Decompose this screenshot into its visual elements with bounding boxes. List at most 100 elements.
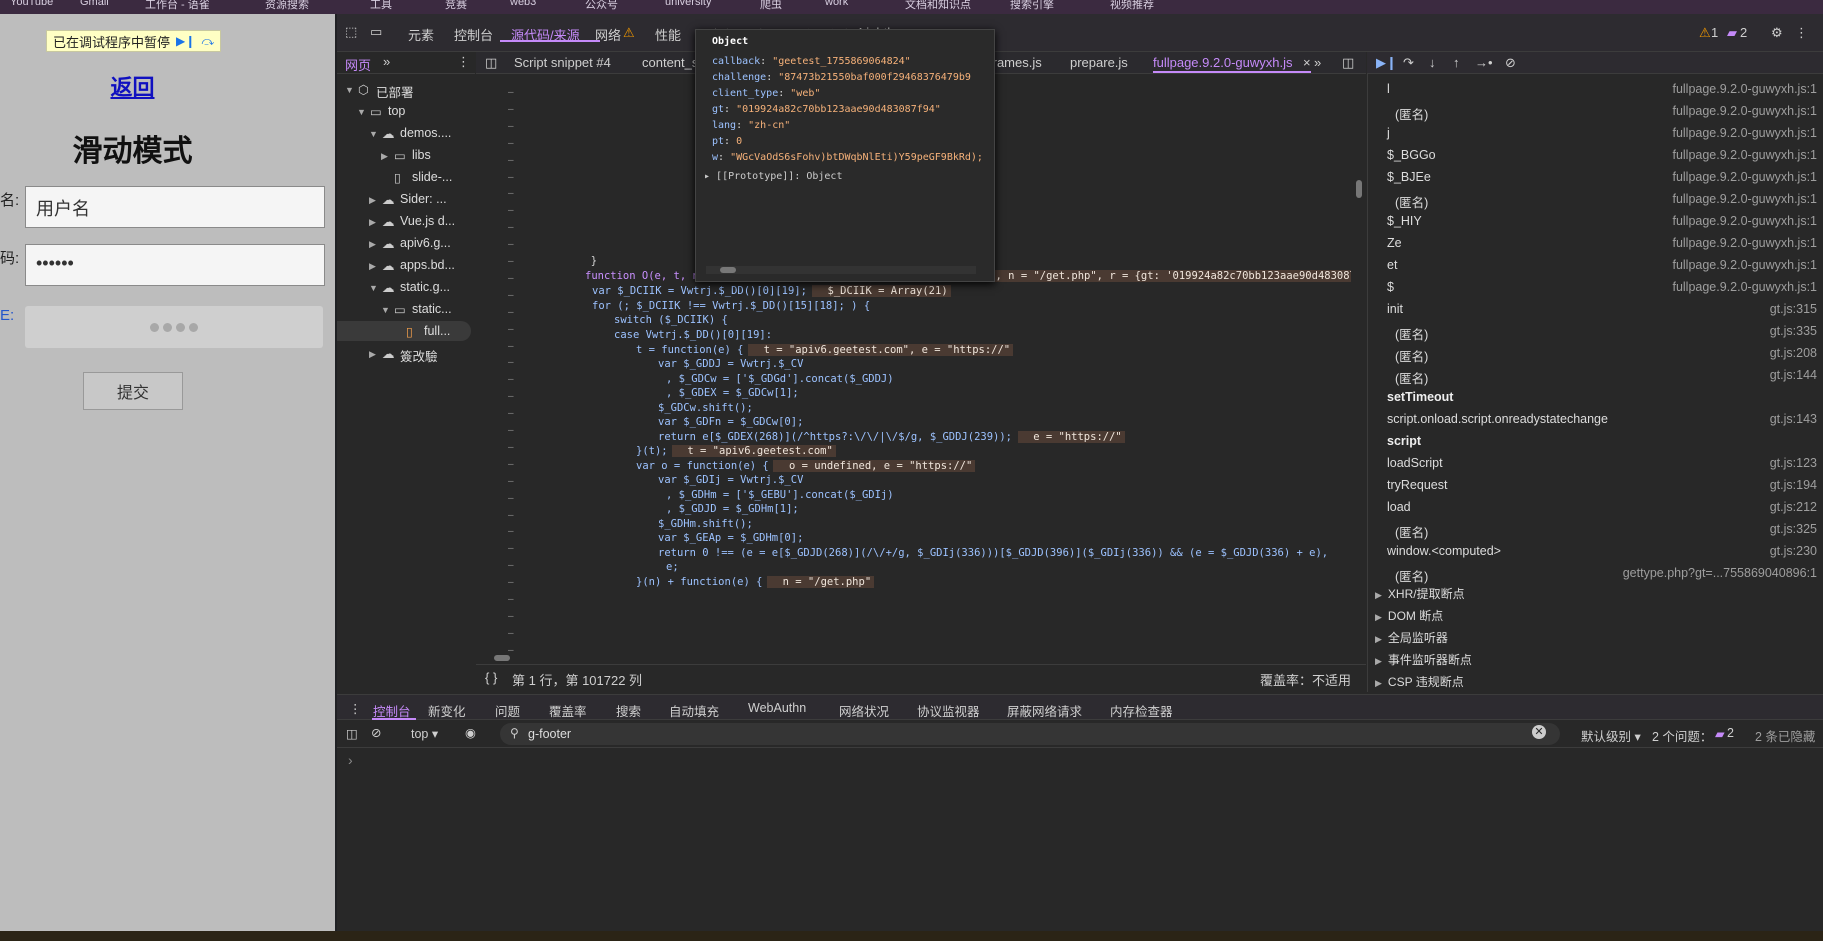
line-marker[interactable]: – <box>508 628 514 639</box>
call-frame[interactable]: j fullpage.9.2.0-guwyxh.js:1 <box>1387 126 1817 140</box>
line-marker[interactable]: – <box>508 510 514 521</box>
line-marker[interactable]: – <box>508 104 514 115</box>
line-marker[interactable]: – <box>508 442 514 453</box>
breakpoint-section[interactable]: ▶ 全局监听器 <box>1375 629 1448 646</box>
frame-location[interactable]: fullpage.9.2.0-guwyxh.js:1 <box>1672 236 1817 250</box>
bookmark-item[interactable]: YouTube <box>10 0 53 8</box>
bookmark-item[interactable]: 文档和知识点 <box>905 0 971 12</box>
editor-tab[interactable]: prepare.js <box>1070 55 1128 70</box>
call-frame[interactable]: loadScript gt.js:123 <box>1387 456 1817 470</box>
expand-arrow-icon[interactable]: ▼ <box>381 305 390 315</box>
drawer-tab[interactable]: 搜索 <box>616 701 641 720</box>
warning-count[interactable]: 1 <box>1711 25 1718 40</box>
step-over-icon[interactable]: ↷ <box>1403 55 1414 71</box>
drawer-tab[interactable]: WebAuthn <box>748 701 806 715</box>
frame-location[interactable]: fullpage.9.2.0-guwyxh.js:1 <box>1672 170 1817 184</box>
breakpoint-section[interactable]: ▶ DOM 断点 <box>1375 607 1443 624</box>
call-frame[interactable]: script <box>1387 434 1817 448</box>
line-marker[interactable]: – <box>508 493 514 504</box>
expand-arrow-icon[interactable]: ▶ <box>369 217 376 228</box>
expand-arrow-icon[interactable]: ▼ <box>345 85 354 95</box>
tree-item[interactable]: static... <box>412 302 452 316</box>
line-marker[interactable]: – <box>508 374 514 385</box>
popover-entry[interactable]: client_type: "web" <box>712 88 820 99</box>
frame-location[interactable]: fullpage.9.2.0-guwyxh.js:1 <box>1672 214 1817 228</box>
more-options-icon[interactable]: ⋮ <box>1795 25 1808 41</box>
line-marker[interactable]: – <box>508 222 514 233</box>
line-marker[interactable]: – <box>508 87 514 98</box>
password-field[interactable]: •••••• <box>25 244 325 286</box>
frame-location[interactable]: fullpage.9.2.0-guwyxh.js:1 <box>1672 104 1817 118</box>
call-frame[interactable]: load gt.js:212 <box>1387 500 1817 514</box>
tree-item[interactable]: demos.... <box>400 126 451 140</box>
warning-icon[interactable]: ⚠ <box>1699 25 1711 41</box>
line-marker[interactable]: – <box>508 172 514 183</box>
tree-item[interactable]: apps.bd... <box>400 258 455 272</box>
frame-location[interactable]: fullpage.9.2.0-guwyxh.js:1 <box>1672 192 1817 206</box>
line-marker[interactable]: – <box>508 273 514 284</box>
editor-horizontal-scrollbar[interactable] <box>480 652 1350 664</box>
line-marker[interactable]: – <box>508 205 514 216</box>
message-icon[interactable]: ▰ <box>1727 25 1737 41</box>
line-marker[interactable]: – <box>508 408 514 419</box>
clear-filter-icon[interactable]: ✕ <box>1532 725 1546 739</box>
editor-vertical-scrollbar[interactable] <box>1352 74 1366 652</box>
line-marker[interactable]: – <box>508 577 514 588</box>
tree-item[interactable]: 已部署 <box>376 82 414 101</box>
call-frame[interactable]: (匿名) gt.js:208 <box>1387 346 1817 365</box>
expand-arrow-icon[interactable]: ▼ <box>369 283 378 293</box>
tree-item[interactable]: apiv6.g... <box>400 236 451 250</box>
expand-arrow-icon[interactable]: ▶ <box>381 151 388 162</box>
bookmark-item[interactable]: web3 <box>510 0 536 8</box>
editor-tab[interactable]: frames.js <box>989 55 1042 70</box>
expand-arrow-icon[interactable]: ▼ <box>357 107 366 117</box>
more-tabs-icon[interactable]: » <box>383 54 390 69</box>
line-marker[interactable]: – <box>508 307 514 318</box>
console-filter-input[interactable]: ⚲ g-footer ✕ <box>500 723 1560 745</box>
call-frame[interactable]: window.<computed> gt.js:230 <box>1387 544 1817 558</box>
frame-location[interactable]: gt.js:335 <box>1770 324 1817 338</box>
frame-location[interactable]: gt.js:143 <box>1770 412 1817 426</box>
editor-tab[interactable]: fullpage.9.2.0-guwyxh.js <box>1153 55 1292 70</box>
captcha-loading[interactable] <box>25 306 323 348</box>
frame-location[interactable]: gt.js:144 <box>1770 368 1817 382</box>
context-selector[interactable]: top ▾ <box>411 726 438 741</box>
close-tab-icon[interactable]: × <box>1303 55 1311 70</box>
tree-item[interactable]: top <box>388 104 405 118</box>
device-toolbar-icon[interactable]: ▭ <box>370 24 382 40</box>
line-marker[interactable]: – <box>508 543 514 554</box>
bookmark-item[interactable]: 工作台 - 语雀 <box>145 0 210 12</box>
resume-icon[interactable]: ▶❙ <box>1376 55 1397 71</box>
breakpoint-section[interactable]: ▶ CSP 违规断点 <box>1375 673 1464 690</box>
call-frame[interactable]: $_BGGo fullpage.9.2.0-guwyxh.js:1 <box>1387 148 1817 162</box>
expand-arrow-icon[interactable]: ▶ <box>369 195 376 206</box>
tree-item[interactable]: Sider: ... <box>400 192 447 206</box>
bookmark-item[interactable]: work <box>825 0 848 8</box>
back-link[interactable]: 返回 <box>0 70 265 102</box>
line-marker[interactable]: – <box>508 290 514 301</box>
drawer-tab[interactable]: 协议监视器 <box>917 701 980 720</box>
inspect-element-icon[interactable]: ⬚ <box>345 24 357 40</box>
pretty-print-icon[interactable]: { } <box>485 670 497 685</box>
drawer-tab[interactable]: 内存检查器 <box>1110 701 1173 720</box>
submit-button[interactable]: 提交 <box>83 372 183 410</box>
frame-location[interactable]: fullpage.9.2.0-guwyxh.js:1 <box>1672 280 1817 294</box>
drawer-tab[interactable]: 自动填充 <box>669 701 719 720</box>
breakpoint-section[interactable]: ▶ 事件监听器断点 <box>1375 651 1472 668</box>
call-frame[interactable]: $ fullpage.9.2.0-guwyxh.js:1 <box>1387 280 1817 294</box>
line-marker[interactable]: – <box>508 476 514 487</box>
call-frame[interactable]: script.onload.script.onreadystatechange g… <box>1387 412 1817 426</box>
call-frame[interactable]: (匿名) gettype.php?gt=...755869040896:1 <box>1387 566 1817 585</box>
frame-location[interactable]: fullpage.9.2.0-guwyxh.js:1 <box>1672 258 1817 272</box>
step-icon[interactable]: →• <box>1475 55 1493 70</box>
popover-entry[interactable]: pt: 0 <box>712 136 742 147</box>
navigator-menu-icon[interactable]: ⋮ <box>457 54 470 70</box>
call-frame[interactable]: (匿名) gt.js:335 <box>1387 324 1817 343</box>
tree-item[interactable]: slide-... <box>412 170 452 184</box>
toggle-navigator-icon[interactable]: ◫ <box>485 55 497 71</box>
call-frame[interactable]: (匿名) fullpage.9.2.0-guwyxh.js:1 <box>1387 104 1817 123</box>
popover-entry[interactable]: gt: "019924a82c70bb123aae90d483087f94" <box>712 104 941 115</box>
drawer-menu-icon[interactable]: ⋮ <box>349 701 362 716</box>
line-marker[interactable]: – <box>508 594 514 605</box>
call-frame[interactable]: init gt.js:315 <box>1387 302 1817 316</box>
